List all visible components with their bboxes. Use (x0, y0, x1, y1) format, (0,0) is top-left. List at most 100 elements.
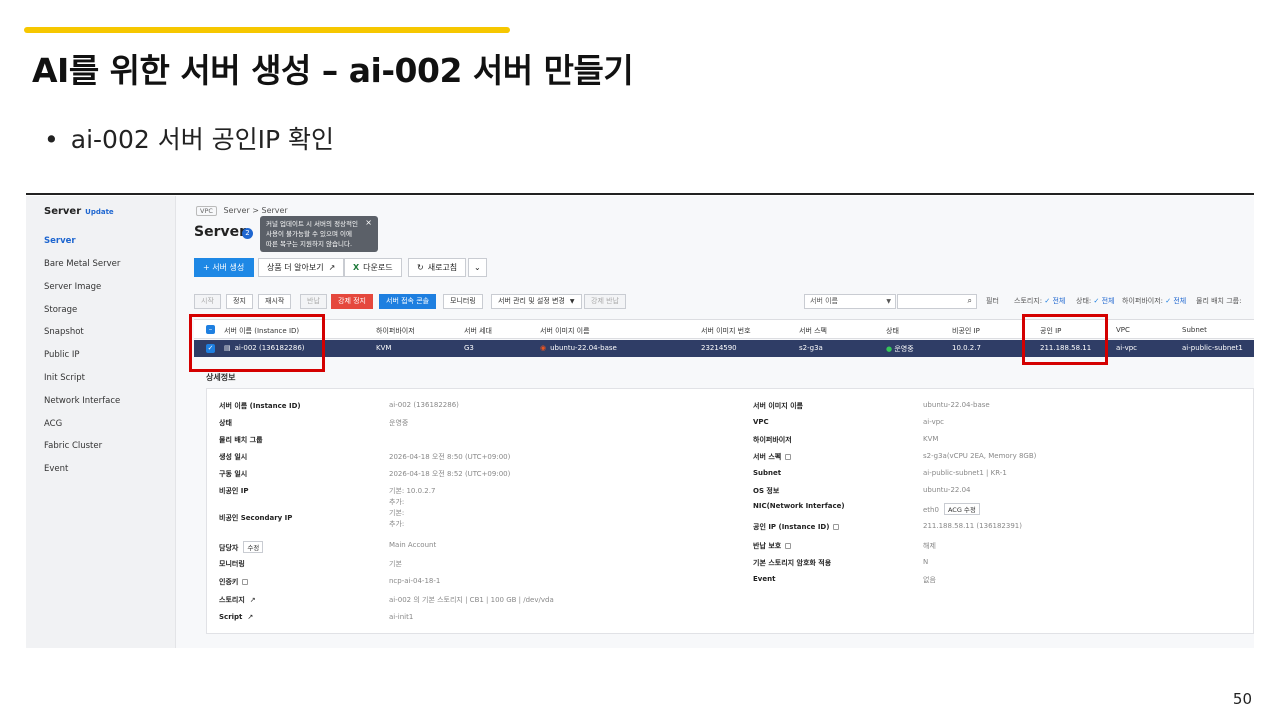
copy-icon[interactable] (242, 579, 249, 585)
tooltip-line-2: 사용이 불가능할 수 있으며 이에 (266, 230, 353, 238)
detail-value-started-at: 2026-04-18 오전 8:52 (UTC+09:00) (389, 470, 511, 478)
detail-label-server-name: 서버 이름 (Instance ID) (219, 402, 301, 410)
download-button[interactable]: X 다운로드 (344, 258, 402, 277)
subnet-cell: ai-public-subnet1 (1182, 344, 1243, 352)
detail-value-os: ubuntu-22.04 (923, 486, 971, 494)
filter-button[interactable]: 필터 (986, 296, 999, 306)
more-dropdown-button[interactable]: ⌄ (468, 258, 487, 277)
hypervisor-filter[interactable]: 하이퍼바이저: ✓ 전체 (1122, 296, 1186, 306)
detail-section-title: 상세정보 (206, 373, 236, 382)
create-server-button[interactable]: + 서버 생성 (194, 258, 254, 277)
nic-value-text: eth0 (923, 506, 939, 514)
refresh-button[interactable]: ↻ 새로고침 (408, 258, 467, 277)
sidebar-item-network-interface[interactable]: Network Interface (44, 396, 120, 406)
sidebar-item-acg[interactable]: ACG (44, 419, 62, 429)
detail-value-status: 운영중 (389, 419, 409, 427)
stop-button[interactable]: 정지 (226, 294, 253, 309)
manage-settings-label: 서버 관리 및 설정 변경 (498, 297, 565, 305)
sidebar-item-event[interactable]: Event (44, 464, 68, 474)
monitoring-button[interactable]: 모니터링 (443, 294, 483, 309)
breadcrumb-server-1[interactable]: Server (223, 206, 249, 215)
status-filter-value[interactable]: 전체 (1102, 297, 1115, 305)
edit-acg-button[interactable]: ACG 수정 (943, 503, 980, 515)
detail-value-script: ai-init1 (389, 613, 414, 621)
sidebar-item-server-image[interactable]: Server Image (44, 282, 101, 292)
sidebar: Server Update Server Bare Metal Server Se… (26, 196, 176, 648)
detail-label-hypervisor: 하이퍼바이저 (753, 436, 792, 444)
detail-value-spec: s2-g3a(vCPU 2EA, Memory 8GB) (923, 452, 1037, 460)
sidebar-title-text: Server (44, 206, 82, 217)
detail-value-secondary-ip: 기본: (389, 509, 405, 517)
copy-icon[interactable] (785, 454, 792, 460)
col-private-ip[interactable]: 비공인 IP (952, 326, 980, 336)
manage-settings-dropdown[interactable]: 서버 관리 및 설정 변경 ▼ (491, 294, 582, 309)
col-vpc[interactable]: VPC (1116, 326, 1130, 334)
tooltip-line-1: 커널 업데이트 시 서버의 정상적인 (266, 220, 358, 228)
col-image-name[interactable]: 서버 이미지 이름 (540, 326, 590, 336)
sidebar-item-bare-metal-server[interactable]: Bare Metal Server (44, 259, 120, 269)
detail-label-nic: NIC(Network Interface) (753, 502, 845, 510)
main-content: VPC Server > Server Server 2 커널 업데이트 시 서… (176, 196, 1254, 648)
detail-label-storage-encryption: 기본 스토리지 암호화 적용 (753, 559, 832, 567)
excel-icon: X (353, 263, 360, 272)
detail-value-server-name: ai-002 (136182286) (389, 401, 459, 409)
col-subnet[interactable]: Subnet (1182, 326, 1207, 334)
auth-key-label-text: 인증키 (219, 578, 239, 586)
force-return-button[interactable]: 강제 반납 (584, 294, 626, 309)
spec-label-text: 서버 스펙 (753, 453, 782, 461)
search-icon[interactable]: ⌕ (968, 296, 972, 306)
detail-label-image-name: 서버 이미지 이름 (753, 402, 803, 410)
detail-label-status: 상태 (219, 419, 232, 427)
copy-icon[interactable] (833, 524, 840, 530)
tooltip-line-3: 따른 복구는 지원하지 않습니다. (266, 240, 353, 248)
search-field-select[interactable]: 서버 이름 ▼ (804, 294, 896, 309)
console-screenshot: Server Update Server Bare Metal Server Se… (26, 196, 1254, 648)
col-generation[interactable]: 서버 세대 (464, 326, 492, 336)
help-icon[interactable]: 2 (242, 228, 253, 239)
connect-console-button[interactable]: 서버 접속 콘솔 (379, 294, 437, 309)
detail-label-spec: 서버 스펙 (753, 452, 792, 462)
external-link-icon[interactable]: ↗ (250, 596, 256, 604)
detail-value-private-ip: 기본: 10.0.2.7 (389, 487, 436, 495)
start-button[interactable]: 시작 (194, 294, 221, 309)
force-stop-button[interactable]: 강제 정지 (331, 294, 373, 309)
detail-label-auth-key: 인증키 (219, 577, 249, 587)
status-filter[interactable]: 상태: ✓ 전체 (1076, 296, 1114, 306)
storage-filter[interactable]: 스토리지: ✓ 전체 (1014, 296, 1065, 306)
return-button[interactable]: 반납 (300, 294, 327, 309)
image-name-cell: ◉ ubuntu-22.04-base (540, 344, 617, 352)
detail-value-auth-key: ncp-ai-04-18-1 (389, 577, 441, 585)
col-image-number[interactable]: 서버 이미지 번호 (701, 326, 751, 336)
breadcrumb-server-2[interactable]: Server (261, 206, 287, 215)
col-spec[interactable]: 서버 스펙 (799, 326, 827, 336)
learn-more-button[interactable]: 상품 더 알아보기 ↗ (258, 258, 345, 277)
sidebar-item-server[interactable]: Server (44, 236, 76, 246)
restart-button[interactable]: 재시작 (258, 294, 292, 309)
caret-down-icon: ▼ (886, 298, 891, 305)
storage-filter-value[interactable]: 전체 (1052, 297, 1065, 305)
update-badge[interactable]: Update (85, 208, 114, 216)
edit-owner-button[interactable]: 수정 (243, 541, 264, 553)
status-value: 운영중 (894, 345, 914, 353)
hypervisor-filter-value[interactable]: 전체 (1173, 297, 1186, 305)
sidebar-item-snapshot[interactable]: Snapshot (44, 327, 84, 337)
detail-label-event: Event (753, 575, 776, 583)
col-status[interactable]: 상태 (886, 326, 899, 336)
placement-group-filter[interactable]: 물리 배치 그룹: (1196, 296, 1241, 306)
external-link-icon[interactable]: ↗ (247, 613, 253, 621)
spec-cell: s2-g3a (799, 344, 823, 352)
sidebar-item-init-script[interactable]: Init Script (44, 373, 85, 383)
vpc-cell: ai-vpc (1116, 344, 1138, 352)
search-input[interactable]: ⌕ (897, 294, 977, 309)
detail-value-owner: Main Account (389, 541, 437, 549)
sidebar-item-public-ip[interactable]: Public IP (44, 350, 80, 360)
sidebar-item-fabric-cluster[interactable]: Fabric Cluster (44, 441, 102, 451)
copy-icon[interactable] (785, 543, 792, 549)
detail-label-vpc: VPC (753, 418, 769, 426)
sidebar-item-storage[interactable]: Storage (44, 305, 77, 315)
hypervisor-cell: KVM (376, 344, 392, 352)
close-icon[interactable]: × (365, 218, 372, 228)
col-hypervisor[interactable]: 하이퍼바이저 (376, 326, 415, 336)
learn-more-label: 상품 더 알아보기 (267, 263, 324, 272)
refresh-icon: ↻ (417, 263, 424, 272)
